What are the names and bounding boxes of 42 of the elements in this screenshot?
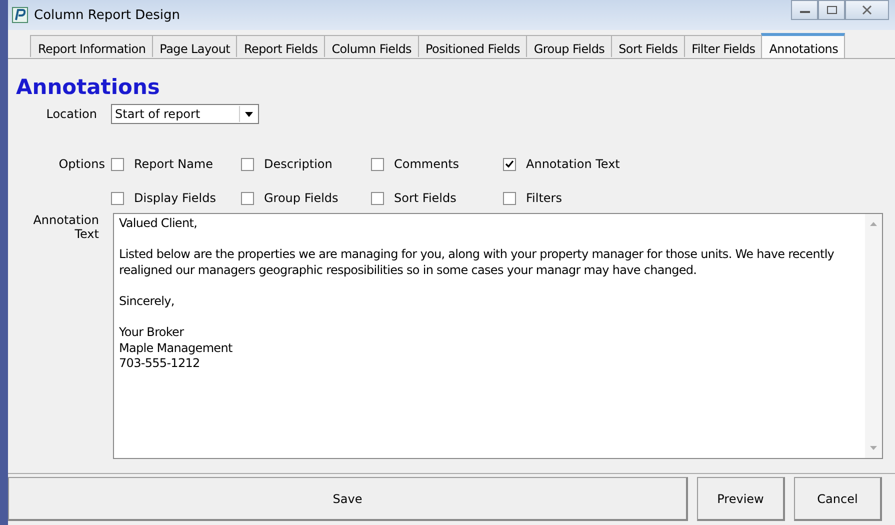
checkbox-label: Sort Fields: [394, 191, 456, 205]
field-label: Options: [58, 157, 106, 173]
close-button[interactable]: [845, 0, 889, 20]
checkbox[interactable]: [371, 192, 384, 204]
checkbox-label: Comments: [394, 157, 460, 171]
tab[interactable]: Page Layout: [152, 35, 238, 57]
app-logo-icon: [12, 7, 28, 23]
field-label: Location: [45, 107, 98, 121]
tab[interactable]: Group Fields: [526, 35, 612, 57]
checkbox[interactable]: [241, 192, 254, 204]
maximize-icon: [826, 5, 838, 15]
maximize-button[interactable]: [818, 0, 845, 20]
checkbox-label: Description: [264, 157, 332, 171]
checkbox[interactable]: [371, 158, 384, 170]
checkbox-label: Group Fields: [264, 191, 338, 205]
section-heading: Annotations: [16, 75, 161, 101]
button[interactable]: Save: [8, 477, 688, 521]
checkbox-label: Annotation Text: [526, 157, 620, 171]
tab[interactable]: Annotations: [761, 33, 846, 58]
tab[interactable]: Report Information: [30, 35, 153, 57]
button[interactable]: Cancel: [794, 477, 882, 521]
checkbox[interactable]: [503, 158, 516, 170]
scroll-bar[interactable]: [865, 214, 882, 458]
checkbox[interactable]: [241, 158, 254, 170]
field-label: Annotation Text: [32, 213, 100, 243]
tab[interactable]: Report Fields: [236, 35, 325, 57]
tab[interactable]: Positioned Fields: [418, 35, 527, 57]
location-dropdown[interactable]: Start of report: [111, 104, 259, 124]
tab[interactable]: Filter Fields: [684, 35, 762, 57]
checkbox-label: Report Name: [134, 157, 213, 171]
checkbox[interactable]: [111, 192, 124, 204]
checkbox[interactable]: [111, 158, 124, 170]
minimize-button[interactable]: [791, 0, 818, 20]
checkbox[interactable]: [503, 192, 516, 204]
close-icon: [861, 5, 873, 15]
annotation-text-field[interactable]: Valued Client, Listed below are the properties we are managing for you, along with your property manager for those units. We have recently realigned our managers geographic resposibilities so in some cases your managr may have changed. Sincerely, Your Broker Maple Management 703-555-1212: [113, 213, 883, 459]
checkbox-label: Filters: [526, 191, 562, 205]
button[interactable]: Preview: [697, 477, 785, 521]
window-title: Column Report Design: [34, 8, 180, 22]
tab[interactable]: Sort Fields: [610, 35, 685, 57]
checkbox-label: Display Fields: [134, 191, 216, 205]
tab[interactable]: Column Fields: [324, 35, 419, 57]
